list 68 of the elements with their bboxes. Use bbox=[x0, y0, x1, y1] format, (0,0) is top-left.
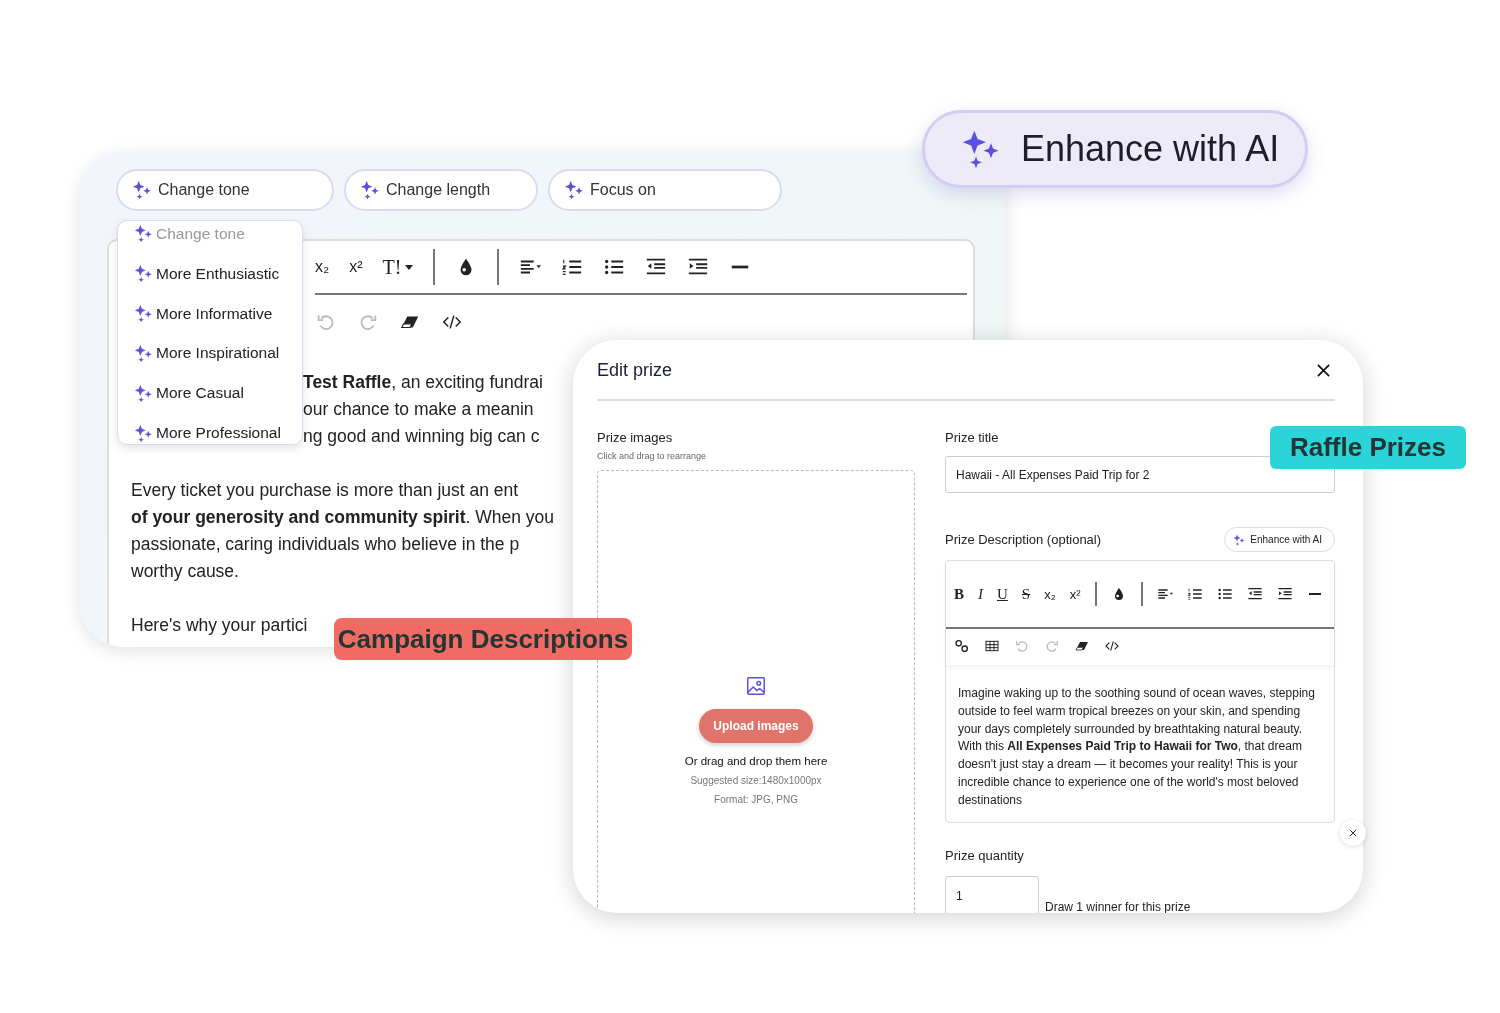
align-icon[interactable] bbox=[1156, 586, 1173, 602]
menu-item[interactable]: More Professional bbox=[134, 422, 302, 444]
field-label: Prize quantity bbox=[945, 846, 1025, 865]
section-label: Raffle Prizes bbox=[1270, 426, 1466, 469]
table-icon[interactable] bbox=[984, 638, 1000, 654]
ai-option-button[interactable]: Change tone bbox=[116, 169, 334, 211]
code-icon[interactable] bbox=[1104, 638, 1120, 654]
toolbar-divider bbox=[433, 249, 436, 285]
badge-label: Enhance with AI bbox=[1021, 128, 1280, 170]
menu-item[interactable]: More Informative bbox=[134, 302, 302, 325]
input-field[interactable]: Hawaii - All Expenses Paid Trip for 2 bbox=[945, 456, 1335, 493]
hint-text: Click and drag to rearrange bbox=[597, 451, 708, 461]
text-line: Every ticket you purchase is more than just an ent bbox=[131, 479, 519, 502]
sparkle-icon bbox=[134, 264, 153, 284]
bullet-list-icon[interactable] bbox=[1216, 586, 1233, 602]
sparkle-icon bbox=[134, 343, 153, 363]
underline-button[interactable]: U bbox=[997, 585, 1008, 603]
sparkle-icon bbox=[564, 180, 584, 200]
ai-option-button[interactable]: Change length bbox=[344, 169, 538, 211]
section-label: Campaign Descriptions bbox=[334, 618, 632, 660]
text-line: of your generosity and community spirit. When you bbox=[131, 506, 555, 529]
sparkle-icon bbox=[134, 383, 153, 403]
toolbar-dropdown[interactable]: T! bbox=[382, 255, 414, 279]
sparkle-icon bbox=[132, 180, 152, 200]
menu-header: Change tone bbox=[134, 223, 302, 245]
field-label: Prize Description (optional) bbox=[945, 530, 1102, 549]
italic-button[interactable]: I bbox=[978, 585, 983, 603]
sparkle-icon bbox=[134, 304, 153, 324]
numbered-list-icon[interactable] bbox=[1186, 586, 1203, 602]
dialog-title: Edit prize bbox=[597, 360, 673, 381]
toolbar-button[interactable]: x₂ bbox=[315, 258, 330, 276]
sparkle-icon bbox=[1233, 533, 1246, 546]
ai-option-button[interactable]: Focus on bbox=[548, 169, 782, 211]
field-label: Prize images bbox=[597, 429, 674, 447]
sparkle-icon bbox=[961, 129, 1001, 169]
outdent-icon[interactable] bbox=[1246, 586, 1263, 602]
text-line: Test Raffle, an exciting fundrai bbox=[303, 371, 543, 394]
sparkle-icon bbox=[360, 180, 380, 200]
text-line: passionate, caring individuals who believe in the p bbox=[131, 533, 520, 556]
close-icon[interactable] bbox=[1316, 363, 1331, 378]
menu-item[interactable]: More Enthusiastic bbox=[134, 262, 302, 285]
text-line: worthy cause. bbox=[131, 560, 239, 583]
toolbar-button[interactable]: x² bbox=[1069, 586, 1081, 602]
description-text: Imagine waking up to the soothing sound of ocean waves, stepping outside to feel warm tropical breezes on your skin, and spending your days completely surrounded by breathtaking natural beauty. With this All Expenses Paid Trip to Hawaii for Two, that dream doesn't just stay a dream — it becomes your reality! This is your incredible chance to experience one of the world's most beloved destinations bbox=[957, 685, 1316, 809]
format-hint: Format: JPG, PNG bbox=[714, 794, 798, 805]
caret-icon bbox=[405, 264, 414, 270]
toolbar-divider bbox=[1094, 582, 1097, 606]
drop-text: Or drag and drop them here bbox=[684, 755, 828, 767]
text-line: our chance to make a meanin bbox=[303, 398, 534, 421]
size-hint: Suggested size:1480x1000px bbox=[690, 775, 822, 786]
image-icon bbox=[745, 675, 767, 697]
toolbar-button[interactable]: x₂ bbox=[1044, 586, 1056, 602]
bold-button[interactable]: B bbox=[954, 585, 964, 603]
quantity-field[interactable]: 1 bbox=[945, 875, 1039, 913]
text-line: ng good and winning big can c bbox=[303, 425, 540, 448]
close-icon bbox=[1348, 828, 1358, 838]
toolbar-divider bbox=[1140, 582, 1143, 606]
menu-item[interactable]: More Casual bbox=[134, 382, 302, 405]
text-line: Here's why your partici bbox=[131, 614, 308, 637]
quantity-note: Draw 1 winner for this prize bbox=[1045, 899, 1191, 913]
toolbar-button[interactable]: x² bbox=[349, 258, 363, 276]
indent-icon[interactable] bbox=[1276, 586, 1293, 602]
link-icon[interactable] bbox=[954, 638, 970, 654]
menu-item[interactable]: More Inspirational bbox=[134, 342, 302, 365]
strikethrough-button[interactable]: S bbox=[1021, 585, 1031, 603]
toolbar-divider bbox=[497, 249, 500, 285]
sparkle-icon bbox=[134, 224, 153, 244]
sparkle-icon bbox=[134, 423, 153, 443]
